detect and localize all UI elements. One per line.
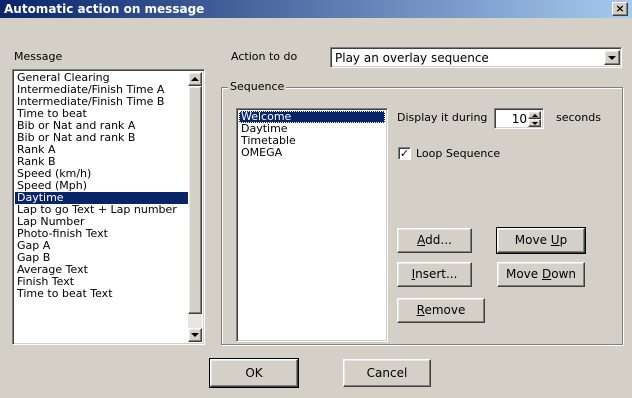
move-up-button[interactable]: Move Up: [496, 227, 586, 254]
message-list-item[interactable]: Intermediate/Finish Time A: [15, 84, 189, 96]
add-button[interactable]: Add...: [397, 228, 472, 253]
remove-label: emove: [424, 303, 466, 317]
add-button-accesskey: A: [417, 233, 426, 247]
message-list-item[interactable]: Average Text: [15, 264, 189, 276]
arrow-down-icon: [531, 121, 538, 125]
message-list-item[interactable]: Bib or Nat and rank A: [15, 120, 189, 132]
action-selected-value: Play an overlay sequence: [335, 51, 489, 65]
message-listbox[interactable]: General Clearing Intermediate/Finish Time…: [12, 69, 205, 345]
scroll-up-button[interactable]: [188, 72, 202, 86]
display-duration-spinner[interactable]: 10: [494, 108, 544, 129]
message-list-item[interactable]: Intermediate/Finish Time B: [15, 96, 189, 108]
message-scrollbar[interactable]: [188, 72, 202, 342]
checkmark-icon: ✓: [399, 147, 410, 160]
message-list-item[interactable]: Time to beat Text: [15, 288, 189, 300]
move-down-button[interactable]: Move Down: [497, 262, 585, 287]
display-label: Display it during: [397, 111, 488, 124]
arrow-up-icon: [531, 113, 538, 117]
message-list-item[interactable]: Lap Number: [15, 216, 189, 228]
message-list-item[interactable]: Lap to go Text + Lap number: [15, 204, 189, 216]
spin-up-button[interactable]: [528, 111, 541, 119]
action-dropdown[interactable]: Play an overlay sequence: [330, 47, 622, 68]
message-list-item[interactable]: Rank A: [15, 144, 189, 156]
sequence-listbox[interactable]: Welcome Daytime Timetable OMEGA: [236, 108, 388, 342]
scroll-thumb[interactable]: [188, 86, 202, 314]
message-list-item[interactable]: Photo-finish Text: [15, 228, 189, 240]
message-list-item[interactable]: Finish Text: [15, 276, 189, 288]
ok-button[interactable]: OK: [209, 358, 299, 388]
title-bar: Automatic action on message: [0, 0, 632, 18]
window-title: Automatic action on message: [4, 2, 205, 16]
message-list-item[interactable]: Speed (km/h): [15, 168, 189, 180]
sequence-list[interactable]: Welcome Daytime Timetable OMEGA: [239, 111, 385, 339]
close-button[interactable]: ×: [612, 2, 628, 16]
sequence-list-item[interactable]: Timetable: [239, 135, 385, 147]
cancel-button[interactable]: Cancel: [343, 359, 431, 387]
action-label: Action to do: [231, 50, 298, 63]
cancel-label: Cancel: [366, 366, 408, 380]
scroll-down-button[interactable]: [188, 328, 202, 342]
display-duration-value[interactable]: 10: [497, 112, 527, 126]
move-down-accesskey: D: [541, 267, 552, 281]
insert-label: nsert...: [415, 267, 458, 281]
move-up-accesskey: U: [550, 233, 560, 247]
remove-button[interactable]: Remove: [397, 298, 485, 323]
sequence-list-item[interactable]: Welcome: [239, 111, 385, 123]
message-list-item[interactable]: Bib or Nat and rank B: [15, 132, 189, 144]
message-list-item[interactable]: Gap A: [15, 240, 189, 252]
move-down-label: own: [551, 267, 576, 281]
message-list-item[interactable]: Speed (Mph): [15, 180, 189, 192]
add-button-label: dd...: [425, 233, 452, 247]
move-up-label-pre: Move: [514, 233, 551, 247]
sequence-list-item[interactable]: OMEGA: [239, 147, 385, 159]
message-list-item[interactable]: Daytime: [15, 192, 189, 204]
loop-sequence-checkbox[interactable]: ✓: [398, 147, 411, 160]
loop-sequence-label[interactable]: Loop Sequence: [416, 147, 500, 160]
arrow-up-icon: [191, 77, 199, 81]
spin-down-button[interactable]: [528, 119, 541, 127]
arrow-down-icon: [191, 333, 199, 337]
sequence-list-item[interactable]: Daytime: [239, 123, 385, 135]
message-label: Message: [14, 50, 63, 63]
sequence-group-label: Sequence: [228, 80, 287, 93]
message-list-item[interactable]: Gap B: [15, 252, 189, 264]
message-list-item[interactable]: General Clearing: [15, 72, 189, 84]
message-list-item[interactable]: Time to beat: [15, 108, 189, 120]
message-list-item[interactable]: Rank B: [15, 156, 189, 168]
move-down-label-pre: Move: [505, 267, 542, 281]
ok-label: OK: [245, 366, 263, 380]
close-icon: ×: [615, 2, 625, 15]
chevron-down-icon: [608, 55, 616, 60]
seconds-label: seconds: [556, 111, 601, 124]
insert-button[interactable]: Insert...: [397, 262, 472, 287]
message-list[interactable]: General Clearing Intermediate/Finish Time…: [15, 72, 189, 342]
dropdown-button[interactable]: [604, 50, 620, 65]
move-up-label: p: [559, 233, 568, 247]
